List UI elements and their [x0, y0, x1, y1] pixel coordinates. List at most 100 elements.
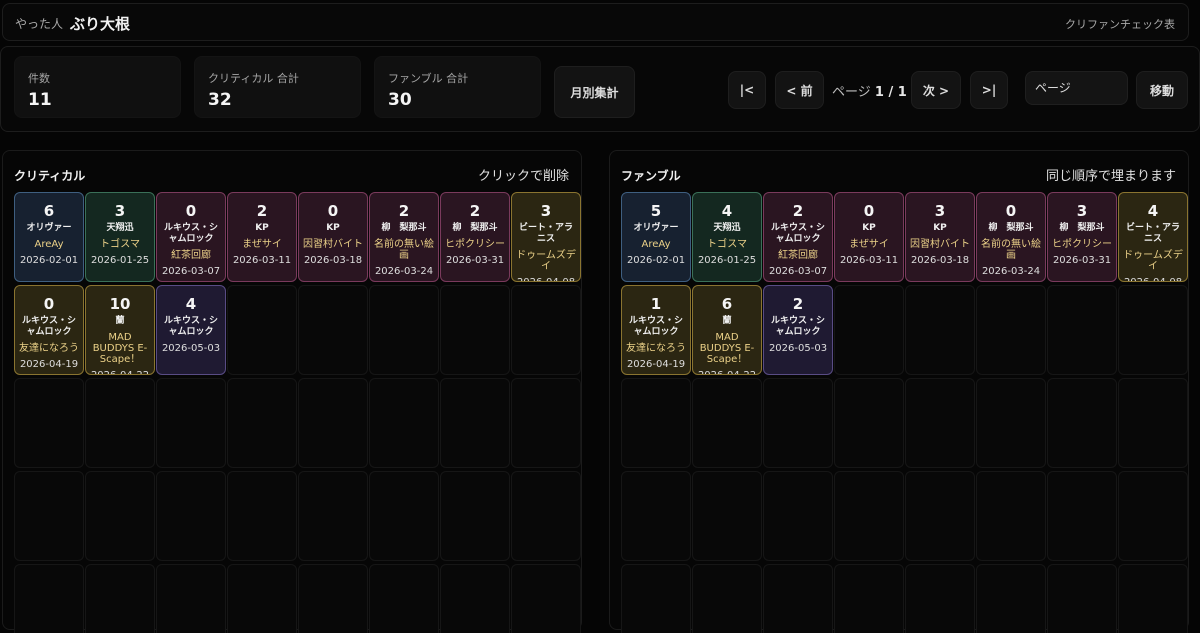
- card-date: 2026-04-19: [626, 359, 686, 370]
- fumble-card[interactable]: 4 ビート・アラニスドゥームズデイ 2026-04-08: [1118, 192, 1188, 282]
- card-count: 3: [540, 202, 552, 220]
- critical-card[interactable]: 0 ルキウス・シャムロック 友達になろう 2026-04-19: [14, 285, 84, 375]
- card-count: 3: [934, 202, 946, 220]
- monthly-summary-button[interactable]: 月別集計: [554, 66, 635, 118]
- card-scenario: 友達になろう: [19, 343, 79, 354]
- card-date: 2026-02-01: [626, 255, 686, 266]
- fumble-card[interactable]: 6 蘭 MAD BUDDYS E-Scape！ 2026-04-22: [692, 285, 762, 375]
- fumble-card[interactable]: 4 天翔迅 トゴスマ 2026-01-25: [692, 192, 762, 282]
- empty-slot: [834, 285, 904, 375]
- card-character: KP: [933, 223, 947, 233]
- critical-card[interactable]: 3 ビート・アラニスドゥームズデイ 2026-04-08: [511, 192, 581, 282]
- fumble-card[interactable]: 0 KP まぜサイ 2026-03-11: [834, 192, 904, 282]
- critical-card[interactable]: 2 KP まぜサイ 2026-03-11: [227, 192, 297, 282]
- empty-slot: [440, 285, 510, 375]
- critical-card[interactable]: 4 ルキウス・シャムロック 2026-05-03: [156, 285, 226, 375]
- stat-critical-value: 32: [208, 90, 232, 110]
- prev-page-button[interactable]: < 前: [775, 71, 824, 109]
- empty-slot: [156, 564, 226, 633]
- last-page-button[interactable]: >|: [970, 71, 1008, 109]
- stat-critical-label: クリティカル 合計: [208, 72, 299, 85]
- card-character: ルキウス・シャムロック: [163, 223, 218, 244]
- next-page-button[interactable]: 次 >: [911, 71, 961, 109]
- critical-card[interactable]: 10 蘭 MAD BUDDYS E-Scape！ 2026-04-22: [85, 285, 155, 375]
- empty-slot: [976, 564, 1046, 633]
- card-date: 2026-03-18: [303, 255, 363, 266]
- empty-slot: [85, 564, 155, 633]
- critical-card[interactable]: 2 柳 梨那斗 ヒポクリシー 2026-03-31: [440, 192, 510, 282]
- card-date: 2026-03-24: [374, 266, 434, 277]
- card-count: 4: [1147, 202, 1159, 220]
- page-number-input[interactable]: [1025, 71, 1128, 105]
- empty-slot: [440, 564, 510, 633]
- card-character: 天翔迅: [713, 223, 741, 233]
- empty-slot: [1047, 471, 1117, 561]
- fumble-card[interactable]: 5 オリヴァー AreAy 2026-02-01: [621, 192, 691, 282]
- card-count: 2: [398, 202, 410, 220]
- fumble-card[interactable]: 2 ルキウス・シャムロック 2026-05-03: [763, 285, 833, 375]
- card-count: 3: [1076, 202, 1088, 220]
- empty-slot: [156, 471, 226, 561]
- stat-count-label: 件数: [28, 72, 50, 85]
- card-date: 2026-04-22: [91, 370, 149, 374]
- card-count: 0: [327, 202, 339, 220]
- card-date: 2026-04-08: [1124, 277, 1182, 281]
- card-date: 2026-04-19: [19, 359, 79, 370]
- first-page-button[interactable]: |<: [728, 71, 766, 109]
- empty-slot: [14, 564, 84, 633]
- card-scenario: MAD BUDDYS E-Scape！: [699, 332, 755, 365]
- header-bar: やった人 ぶり大根 クリファンチェック表: [2, 3, 1189, 41]
- fumble-card[interactable]: 0 柳 梨那斗 名前の無い絵画 2026-03-24: [976, 192, 1046, 282]
- empty-slot: [1047, 378, 1117, 468]
- critical-card[interactable]: 6 オリヴァー AreAy 2026-02-01: [14, 192, 84, 282]
- card-date: 2026-02-01: [19, 255, 79, 266]
- stat-fumble-value: 30: [388, 90, 412, 110]
- card-date: 2026-03-31: [1052, 255, 1112, 266]
- empty-slot: [1118, 564, 1188, 633]
- empty-slot: [14, 378, 84, 468]
- empty-slot: [621, 471, 691, 561]
- fumble-card[interactable]: 1 ルキウス・シャムロック 友達になろう 2026-04-19: [621, 285, 691, 375]
- critical-card[interactable]: 0 KP 因習村バイト 2026-03-18: [298, 192, 368, 282]
- card-date: 2026-03-11: [839, 255, 899, 266]
- empty-slot: [298, 471, 368, 561]
- page-value: 1 / 1: [874, 85, 907, 100]
- empty-slot: [227, 378, 297, 468]
- critical-title: クリティカル: [14, 169, 86, 183]
- card-character: ビート・アラニス: [1125, 223, 1180, 244]
- empty-slot: [14, 471, 84, 561]
- page-prefix: ページ: [832, 85, 871, 100]
- empty-slot: [369, 378, 439, 468]
- card-date: 2026-03-31: [445, 255, 505, 266]
- empty-slot: [511, 564, 581, 633]
- empty-slot: [834, 471, 904, 561]
- critical-card[interactable]: 2 柳 梨那斗 名前の無い絵画 2026-03-24: [369, 192, 439, 282]
- critical-card[interactable]: 3 天翔迅 トゴスマ 2026-01-25: [85, 192, 155, 282]
- card-count: 6: [43, 202, 55, 220]
- card-character: ビート・アラニス: [518, 223, 573, 244]
- card-count: 4: [721, 202, 733, 220]
- go-page-button[interactable]: 移動: [1136, 71, 1188, 109]
- card-character: ルキウス・シャムロック: [770, 223, 825, 244]
- fumble-grid: 5 オリヴァー AreAy 2026-02-01 4 天翔迅 トゴスマ 2026-01-25 2…: [621, 192, 1188, 633]
- fumble-card[interactable]: 3 KP 因習村バイト 2026-03-18: [905, 192, 975, 282]
- card-count: 2: [256, 202, 268, 220]
- empty-slot: [834, 378, 904, 468]
- empty-slot: [1118, 285, 1188, 375]
- card-count: 2: [792, 202, 804, 220]
- fumble-card[interactable]: 2 ルキウス・シャムロック 紅茶回廊 2026-03-07: [763, 192, 833, 282]
- card-scenario: ドゥームズデイ: [1123, 250, 1183, 272]
- stat-fumble-label: ファンブル 合計: [388, 72, 469, 85]
- empty-slot: [692, 471, 762, 561]
- empty-slot: [763, 378, 833, 468]
- card-character: 蘭: [115, 316, 125, 326]
- card-count: 3: [114, 202, 126, 220]
- empty-slot: [905, 285, 975, 375]
- fumble-card[interactable]: 3 柳 梨那斗 ヒポクリシー 2026-03-31: [1047, 192, 1117, 282]
- card-scenario: MAD BUDDYS E-Scape！: [92, 332, 148, 365]
- critical-card[interactable]: 0 ルキウス・シャムロック 紅茶回廊 2026-03-07: [156, 192, 226, 282]
- empty-slot: [976, 285, 1046, 375]
- card-scenario: ヒポクリシー: [1052, 239, 1112, 250]
- card-character: ルキウス・シャムロック: [21, 316, 76, 337]
- stat-critical-total: クリティカル 合計 32: [194, 56, 361, 118]
